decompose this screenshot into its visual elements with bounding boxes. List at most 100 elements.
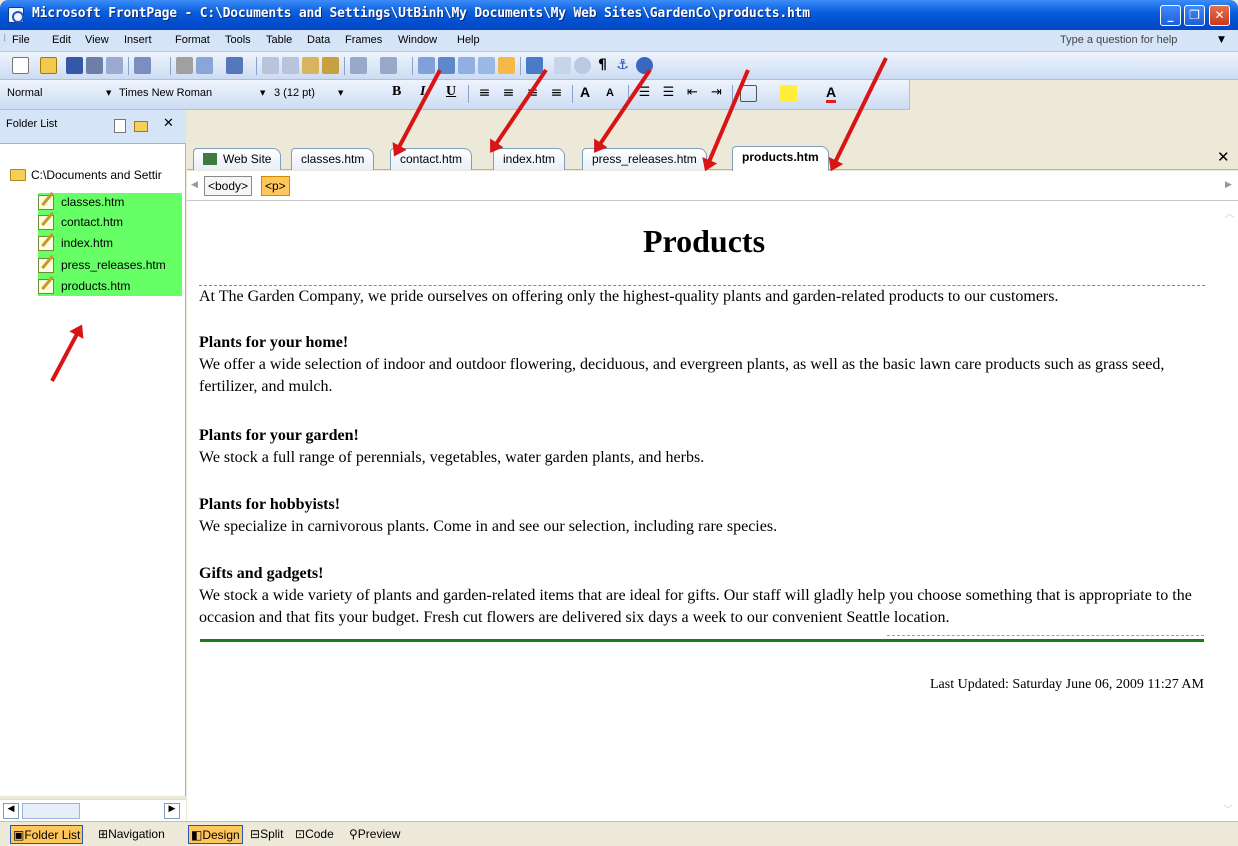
tag-scroll-right-icon[interactable]: ▶	[1225, 180, 1232, 190]
tab-label: press_releases.htm	[592, 152, 697, 166]
font-dropdown-icon[interactable]: ▼	[260, 89, 265, 97]
decrease-font-icon[interactable]: A	[606, 87, 614, 99]
insert-layer-box-icon[interactable]	[458, 57, 475, 74]
bookmark-icon[interactable]: ⚓	[614, 57, 631, 74]
tab-products[interactable]: products.htm	[732, 146, 829, 171]
help-question-input[interactable]: Type a question for help	[1056, 32, 1226, 50]
menu-file[interactable]: File	[12, 34, 30, 46]
frontpage-app-icon	[8, 7, 24, 23]
hyperlink-icon[interactable]	[526, 57, 543, 74]
preview-icon[interactable]	[196, 57, 213, 74]
tag-body[interactable]: <body>	[204, 176, 253, 196]
menu-view[interactable]: View	[85, 34, 109, 46]
insert-picture-icon[interactable]	[478, 57, 495, 74]
restore-button[interactable]: ❐	[1184, 5, 1205, 26]
format-painter-icon[interactable]	[322, 57, 339, 74]
scroll-right-icon[interactable]: ▶	[164, 803, 180, 819]
folder-list-toggle[interactable]: ▣Folder List	[10, 825, 84, 844]
menu-insert[interactable]: Insert	[124, 34, 152, 46]
size-dropdown-icon[interactable]: ▼	[338, 89, 343, 97]
new-folder-icon[interactable]	[134, 121, 148, 132]
undo-icon[interactable]	[350, 57, 367, 74]
menu-grip: ⁞	[3, 33, 7, 44]
view-split-button[interactable]: ⊟Split	[248, 825, 285, 844]
justify-icon[interactable]: ≡	[548, 85, 565, 102]
align-center-icon[interactable]: ≡	[500, 85, 517, 102]
canvas-vertical-scrollbar[interactable]: ︿ ﹀	[1221, 201, 1238, 821]
view-code-button[interactable]: ⊡Code	[293, 825, 336, 844]
tag-scroll-left-icon[interactable]: ◀	[191, 180, 198, 190]
file-label: index.htm	[61, 236, 114, 250]
spelling-icon[interactable]	[226, 57, 243, 74]
size-value: 3 (12 pt)	[274, 87, 315, 99]
web-component-icon[interactable]	[134, 57, 151, 74]
scroll-left-icon[interactable]: ◀	[3, 803, 19, 819]
bold-button[interactable]: B	[392, 84, 401, 100]
insert-layer-icon[interactable]	[418, 57, 435, 74]
design-canvas[interactable]: Products At The Garden Company, we pride…	[187, 201, 1221, 821]
close-pane-icon[interactable]: ✕	[163, 116, 174, 131]
view-design-button[interactable]: ◧Design	[188, 825, 243, 844]
align-left-icon[interactable]: ≡	[476, 85, 493, 102]
toolbar-separator	[520, 57, 521, 75]
tab-web-site[interactable]: Web Site	[193, 148, 282, 170]
tab-classes[interactable]: classes.htm	[291, 148, 375, 170]
code-icon: ⊡	[295, 827, 306, 841]
show-all-icon[interactable]: ¶	[594, 57, 611, 74]
close-document-icon[interactable]: ✕	[1217, 148, 1230, 166]
font-select[interactable]: Times New Roman	[115, 85, 255, 104]
root-folder[interactable]: C:\Documents and Settir	[10, 168, 182, 182]
navigation-toggle[interactable]: ⊞Navigation	[96, 825, 167, 844]
menu-data[interactable]: Data	[307, 34, 330, 46]
paste-icon[interactable]	[302, 57, 319, 74]
print-icon[interactable]	[176, 57, 193, 74]
refresh-icon[interactable]	[554, 57, 571, 74]
menu-help[interactable]: Help	[457, 34, 480, 46]
menu-format[interactable]: Format	[175, 34, 210, 46]
section-text: We offer a wide selection of indoor and …	[199, 356, 1165, 395]
redo-icon[interactable]	[380, 57, 397, 74]
open-icon[interactable]	[40, 57, 57, 74]
publish-icon[interactable]	[106, 57, 123, 74]
font-color-icon[interactable]: A	[826, 84, 837, 103]
tag-p[interactable]: <p>	[261, 176, 290, 196]
increase-font-icon[interactable]: A	[580, 84, 590, 100]
help-dropdown-icon[interactable]: ▼	[1218, 35, 1225, 45]
scroll-thumb[interactable]	[22, 803, 80, 819]
new-page-icon[interactable]	[114, 119, 126, 133]
cut-icon[interactable]	[262, 57, 279, 74]
close-window-button[interactable]: ✕	[1209, 5, 1230, 26]
style-select[interactable]: Normal	[3, 85, 93, 104]
view-preview-button[interactable]: ⚲Preview	[347, 825, 402, 844]
save-icon[interactable]	[66, 57, 83, 74]
increase-indent-icon[interactable]: ⇥	[708, 85, 725, 102]
scroll-up-icon[interactable]: ︿	[1221, 205, 1238, 220]
menu-window[interactable]: Window	[398, 34, 437, 46]
find-icon[interactable]	[86, 57, 103, 74]
menu-tools[interactable]: Tools	[225, 34, 251, 46]
bullets-icon[interactable]: ☰	[660, 85, 677, 102]
tab-index[interactable]: index.htm	[493, 148, 566, 170]
stop-icon[interactable]	[574, 57, 591, 74]
drawing-icon[interactable]	[498, 57, 515, 74]
minimize-button[interactable]: _	[1160, 5, 1181, 26]
scroll-down-icon[interactable]: ﹀	[1223, 801, 1233, 816]
menu-frames[interactable]: Frames	[345, 34, 382, 46]
style-dropdown-icon[interactable]: ▼	[106, 89, 111, 97]
file-label: classes.htm	[61, 195, 125, 209]
copy-icon[interactable]	[282, 57, 299, 74]
folder-horizontal-scrollbar[interactable]: ◀ ▶	[0, 799, 186, 821]
highlight-icon[interactable]	[780, 85, 797, 102]
new-page-icon[interactable]	[12, 57, 29, 74]
underline-button[interactable]: U	[446, 84, 456, 100]
tab-label: Web Site	[223, 152, 272, 166]
decrease-indent-icon[interactable]: ⇤	[684, 85, 701, 102]
split-icon: ⊟	[250, 827, 261, 841]
menu-table[interactable]: Table	[266, 34, 292, 46]
horizontal-rule	[200, 639, 1204, 642]
paragraph-boundary	[887, 635, 1204, 636]
frontpage-window: Microsoft FrontPage - C:\Documents and S…	[0, 0, 1238, 846]
menu-edit[interactable]: Edit	[52, 34, 71, 46]
section-text: We stock a wide variety of plants and ga…	[199, 587, 1192, 626]
page-icon	[38, 215, 54, 230]
